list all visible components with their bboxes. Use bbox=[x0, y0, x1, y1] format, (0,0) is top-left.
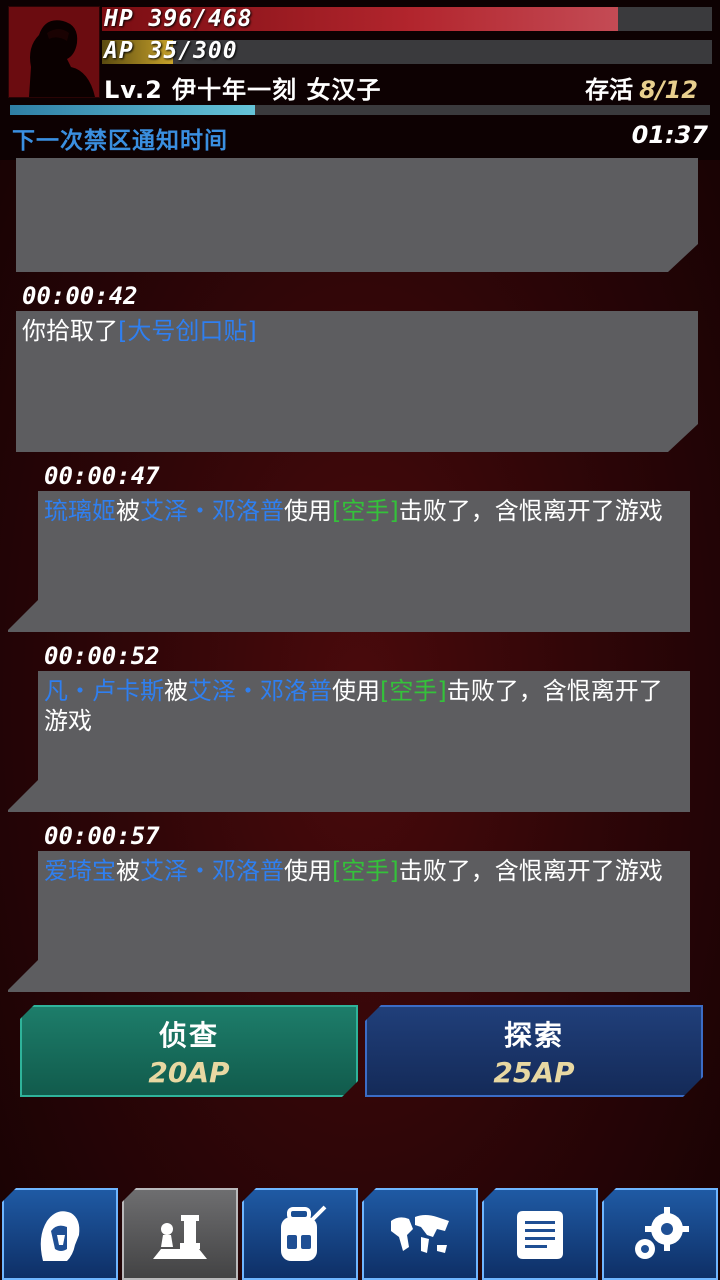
log-message-part: 琉璃姬 bbox=[44, 497, 116, 525]
log-message-part: 被 bbox=[116, 497, 140, 525]
chess-pieces-icon bbox=[153, 1215, 207, 1259]
log-message-part: 击败了，含恨离开了游戏 bbox=[398, 857, 663, 885]
log-message-part: 使用 bbox=[284, 857, 332, 885]
log-message-part: 使用 bbox=[332, 677, 380, 705]
nav-map-button[interactable] bbox=[362, 1188, 478, 1280]
log-message-part: 被 bbox=[164, 677, 188, 705]
log-message-part: 艾泽・邓洛普 bbox=[188, 677, 332, 705]
log-message-part: 艾泽・邓洛普 bbox=[140, 497, 284, 525]
world-map-icon bbox=[391, 1215, 449, 1253]
gears-icon bbox=[635, 1207, 689, 1259]
log-entry-box-partial bbox=[16, 158, 698, 272]
explore-cost: 25AP bbox=[493, 1055, 575, 1089]
bottom-nav bbox=[0, 1188, 720, 1280]
log-timestamp: 00:00:52 bbox=[44, 642, 160, 670]
hooded-head-icon bbox=[40, 1211, 80, 1261]
survive-label: 存活 bbox=[585, 76, 634, 104]
survivor-count: 存活 8/12 bbox=[585, 70, 698, 105]
log-message-part: 被 bbox=[116, 857, 140, 885]
log-message-part: 击败了，含恨离开了游戏 bbox=[398, 497, 663, 525]
log-message-part: 爱琦宝 bbox=[44, 857, 116, 885]
explore-label: 探索 bbox=[503, 1018, 564, 1052]
avatar-silhouette-icon bbox=[9, 7, 99, 97]
zone-notice-time: 01:37 bbox=[631, 121, 708, 149]
log-message-part: 艾泽・邓洛普 bbox=[140, 857, 284, 885]
battle-log[interactable]: 00:00:42 你拾取了[大号创口贴] 00:00:47 琉璃姬被艾泽・邓洛普… bbox=[0, 158, 720, 1000]
scroll-icon bbox=[517, 1211, 563, 1259]
log-message-part: 你拾取了 bbox=[22, 317, 118, 345]
nav-log-button[interactable] bbox=[482, 1188, 598, 1280]
log-message-part: [空手] bbox=[332, 497, 399, 525]
investigate-button[interactable]: 侦查 20AP bbox=[20, 1005, 358, 1097]
avatar[interactable] bbox=[8, 6, 100, 98]
log-message: 凡・卢卡斯被艾泽・邓洛普使用[空手]击败了，含恨离开了游戏 bbox=[44, 676, 670, 736]
investigate-cost: 20AP bbox=[148, 1055, 230, 1089]
zone-timer-bar bbox=[10, 105, 710, 115]
log-message-part: 凡・卢卡斯 bbox=[44, 677, 164, 705]
backpack-icon bbox=[281, 1205, 327, 1261]
log-timestamp: 00:00:47 bbox=[44, 462, 160, 490]
hp-text: HP 396/468 bbox=[104, 6, 253, 32]
nav-battle-button[interactable] bbox=[122, 1188, 238, 1280]
log-message-part: 使用 bbox=[284, 497, 332, 525]
log-message: 爱琦宝被艾泽・邓洛普使用[空手]击败了，含恨离开了游戏 bbox=[44, 856, 670, 886]
log-message-part: [空手] bbox=[380, 677, 447, 705]
log-timestamp: 00:00:57 bbox=[44, 822, 160, 850]
investigate-label: 侦查 bbox=[158, 1018, 219, 1052]
ap-text: AP 35/300 bbox=[104, 38, 238, 64]
zone-timer-fill bbox=[10, 105, 255, 115]
zone-notice-label: 下一次禁区通知时间 bbox=[12, 128, 228, 154]
nav-settings-button[interactable] bbox=[602, 1188, 718, 1280]
log-message-part: [空手] bbox=[332, 857, 399, 885]
player-info: Lv.2 伊十年一刻 女汉子 bbox=[104, 76, 382, 104]
log-timestamp: 00:00:42 bbox=[22, 282, 138, 310]
nav-inventory-button[interactable] bbox=[242, 1188, 358, 1280]
survive-value: 8/12 bbox=[639, 76, 698, 104]
status-header: HP 396/468 AP 35/300 Lv.2 伊十年一刻 女汉子 存活 8/… bbox=[0, 0, 720, 160]
nav-character-button[interactable] bbox=[2, 1188, 118, 1280]
explore-button[interactable]: 探索 25AP bbox=[365, 1005, 703, 1097]
log-message-part: [大号创口贴] bbox=[118, 317, 257, 345]
log-message: 你拾取了[大号创口贴] bbox=[22, 316, 662, 346]
log-message: 琉璃姬被艾泽・邓洛普使用[空手]击败了，含恨离开了游戏 bbox=[44, 496, 670, 526]
